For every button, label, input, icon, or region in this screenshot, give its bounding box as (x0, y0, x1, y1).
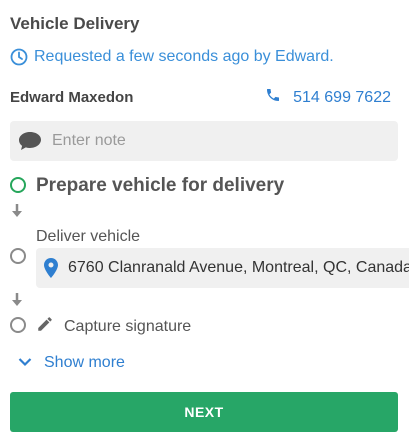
step-capture-signature-label: Capture signature (64, 317, 192, 335)
arrow-down-icon (10, 292, 24, 313)
comment-icon (18, 131, 42, 151)
delivery-address[interactable]: 6760 Clanranald Avenue, Montreal, QC, Ca… (36, 248, 409, 288)
step-status-pending-icon (10, 248, 26, 264)
chevron-down-icon (18, 354, 32, 372)
arrow-down-icon (10, 203, 24, 224)
note-input[interactable] (52, 132, 372, 150)
phone-link[interactable]: 514 699 7622 (265, 87, 391, 108)
address-text: 6760 Clanranald Avenue, Montreal, QC, Ca… (68, 259, 409, 276)
phone-icon (265, 87, 281, 108)
request-info: Requested a few seconds ago by Edward. (10, 48, 334, 66)
phone-number: 514 699 7622 (293, 88, 391, 106)
step-prepare-vehicle: Prepare vehicle for delivery (36, 175, 285, 196)
step-status-active-icon (10, 177, 26, 193)
step-status-pending-icon (10, 317, 26, 333)
clock-icon (10, 48, 28, 66)
show-more-button[interactable]: Show more (18, 354, 125, 372)
page-title: Vehicle Delivery (10, 14, 140, 33)
customer-name: Edward Maxedon (10, 89, 134, 106)
pencil-icon (36, 315, 54, 338)
request-text: Requested a few seconds ago by Edward. (34, 48, 334, 65)
show-more-label: Show more (44, 354, 125, 371)
step-capture-signature: Capture signature (36, 315, 191, 338)
map-pin-icon (44, 258, 58, 278)
step-deliver-vehicle: Deliver vehicle (36, 228, 141, 245)
next-button[interactable]: NEXT (10, 392, 398, 432)
note-field[interactable] (10, 121, 398, 161)
